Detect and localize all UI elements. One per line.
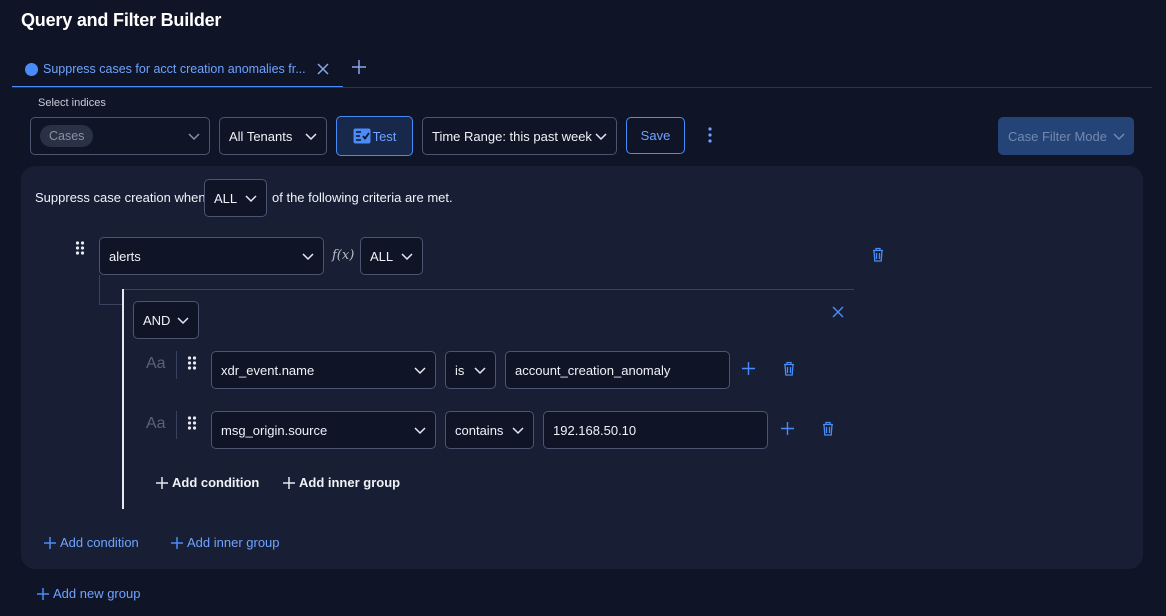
tenants-select[interactable]: All Tenants <box>219 117 327 155</box>
drag-handle-icon[interactable] <box>187 355 197 371</box>
criteria-suffix: of the following criteria are met. <box>272 190 453 205</box>
inner-group-divider <box>122 289 854 290</box>
criteria-prefix: Suppress case creation when <box>35 190 206 205</box>
chevron-down-icon <box>401 253 413 261</box>
add-icon[interactable] <box>780 421 795 436</box>
add-condition-inner-button[interactable]: Add condition <box>155 475 259 490</box>
condition-field-select[interactable]: msg_origin.source <box>211 411 436 449</box>
add-condition-button[interactable]: Add condition <box>43 535 139 550</box>
divider <box>176 411 177 439</box>
connector-line <box>99 304 123 305</box>
drag-handle-icon[interactable] <box>187 415 197 431</box>
text-type-icon: Aa <box>146 355 166 372</box>
add-inner-group-inner-button[interactable]: Add inner group <box>282 475 400 490</box>
condition-value-input[interactable]: 192.168.50.10 <box>543 411 768 449</box>
condition-field-value: msg_origin.source <box>221 422 328 438</box>
save-label: Save <box>640 128 671 143</box>
time-range-value: Time Range: this past week <box>432 128 592 144</box>
inner-group-bar <box>122 289 124 509</box>
tab-label: Suppress cases for acct creation anomali… <box>43 62 306 76</box>
add-new-group-button[interactable]: Add new group <box>36 586 140 601</box>
chevron-down-icon <box>302 253 314 261</box>
drag-handle-icon[interactable] <box>75 240 85 256</box>
status-dot-icon <box>25 62 38 76</box>
condition-operator-select[interactable]: is <box>445 351 496 389</box>
fx-label: f(x) <box>332 248 355 263</box>
match-value: ALL <box>214 190 238 206</box>
condition-operator-value: contains <box>455 422 504 438</box>
plus-icon <box>283 476 295 489</box>
condition-value: account_creation_anomaly <box>515 362 671 378</box>
add-inner-group-label: Add inner group <box>187 535 280 550</box>
indices-chip: Cases <box>40 125 94 147</box>
tenants-value: All Tenants <box>229 128 293 144</box>
chevron-down-icon <box>414 427 426 435</box>
divider <box>176 351 177 379</box>
save-button[interactable]: Save <box>626 117 685 154</box>
chevron-down-icon <box>188 133 200 141</box>
tab-divider <box>12 87 1152 88</box>
chevron-down-icon <box>414 367 426 375</box>
condition-operator-value: is <box>455 362 465 378</box>
add-icon[interactable] <box>741 361 756 376</box>
plus-icon <box>37 587 49 600</box>
test-label: Test <box>372 128 397 144</box>
add-inner-group-button[interactable]: Add inner group <box>170 535 280 550</box>
test-button[interactable]: Test <box>336 116 413 156</box>
plus-icon <box>44 536 56 549</box>
condition-field-value: xdr_event.name <box>221 362 315 378</box>
plus-icon <box>156 476 168 489</box>
text-type-icon: Aa <box>146 415 166 432</box>
add-condition-label: Add condition <box>60 535 139 550</box>
chevron-down-icon <box>177 317 189 325</box>
indices-select[interactable]: Cases <box>30 117 210 155</box>
close-icon[interactable] <box>315 61 331 77</box>
add-condition-label: Add condition <box>172 475 260 490</box>
chevron-down-icon <box>305 133 317 141</box>
condition-operator-select[interactable]: contains <box>445 411 534 449</box>
chevron-down-icon <box>1113 133 1125 141</box>
chevron-down-icon <box>512 427 524 435</box>
add-tab-icon[interactable] <box>350 58 368 76</box>
connector-line <box>99 275 100 305</box>
inner-operator-select[interactable]: AND <box>133 301 199 339</box>
chevron-down-icon <box>474 367 486 375</box>
group-field-value: alerts <box>109 248 141 264</box>
fx-value: ALL <box>370 248 394 264</box>
case-filter-mode-select[interactable]: Case Filter Mode <box>998 117 1134 155</box>
trash-icon[interactable] <box>821 421 835 436</box>
plus-icon <box>171 536 183 549</box>
trash-icon[interactable] <box>782 361 796 376</box>
tab-query[interactable]: Suppress cases for acct creation anomali… <box>12 52 343 88</box>
fx-select[interactable]: ALL <box>360 237 423 275</box>
page-title: Query and Filter Builder <box>21 10 222 30</box>
chevron-down-icon <box>595 133 607 141</box>
match-select[interactable]: ALL <box>204 179 267 217</box>
chevron-down-icon <box>245 195 257 203</box>
group-field-select[interactable]: alerts <box>99 237 324 275</box>
close-icon[interactable] <box>831 305 845 319</box>
time-range-select[interactable]: Time Range: this past week <box>422 117 617 155</box>
inner-operator-value: AND <box>143 312 171 328</box>
checklist-icon <box>353 128 371 144</box>
add-new-group-label: Add new group <box>53 586 141 601</box>
condition-field-select[interactable]: xdr_event.name <box>211 351 436 389</box>
condition-value: 192.168.50.10 <box>553 422 637 438</box>
more-options-icon[interactable] <box>704 126 716 144</box>
trash-icon[interactable] <box>871 247 885 262</box>
condition-value-input[interactable]: account_creation_anomaly <box>505 351 730 389</box>
add-inner-group-label: Add inner group <box>299 475 401 490</box>
select-indices-label: Select indices <box>38 97 106 109</box>
mode-value: Case Filter Mode <box>1008 128 1107 144</box>
